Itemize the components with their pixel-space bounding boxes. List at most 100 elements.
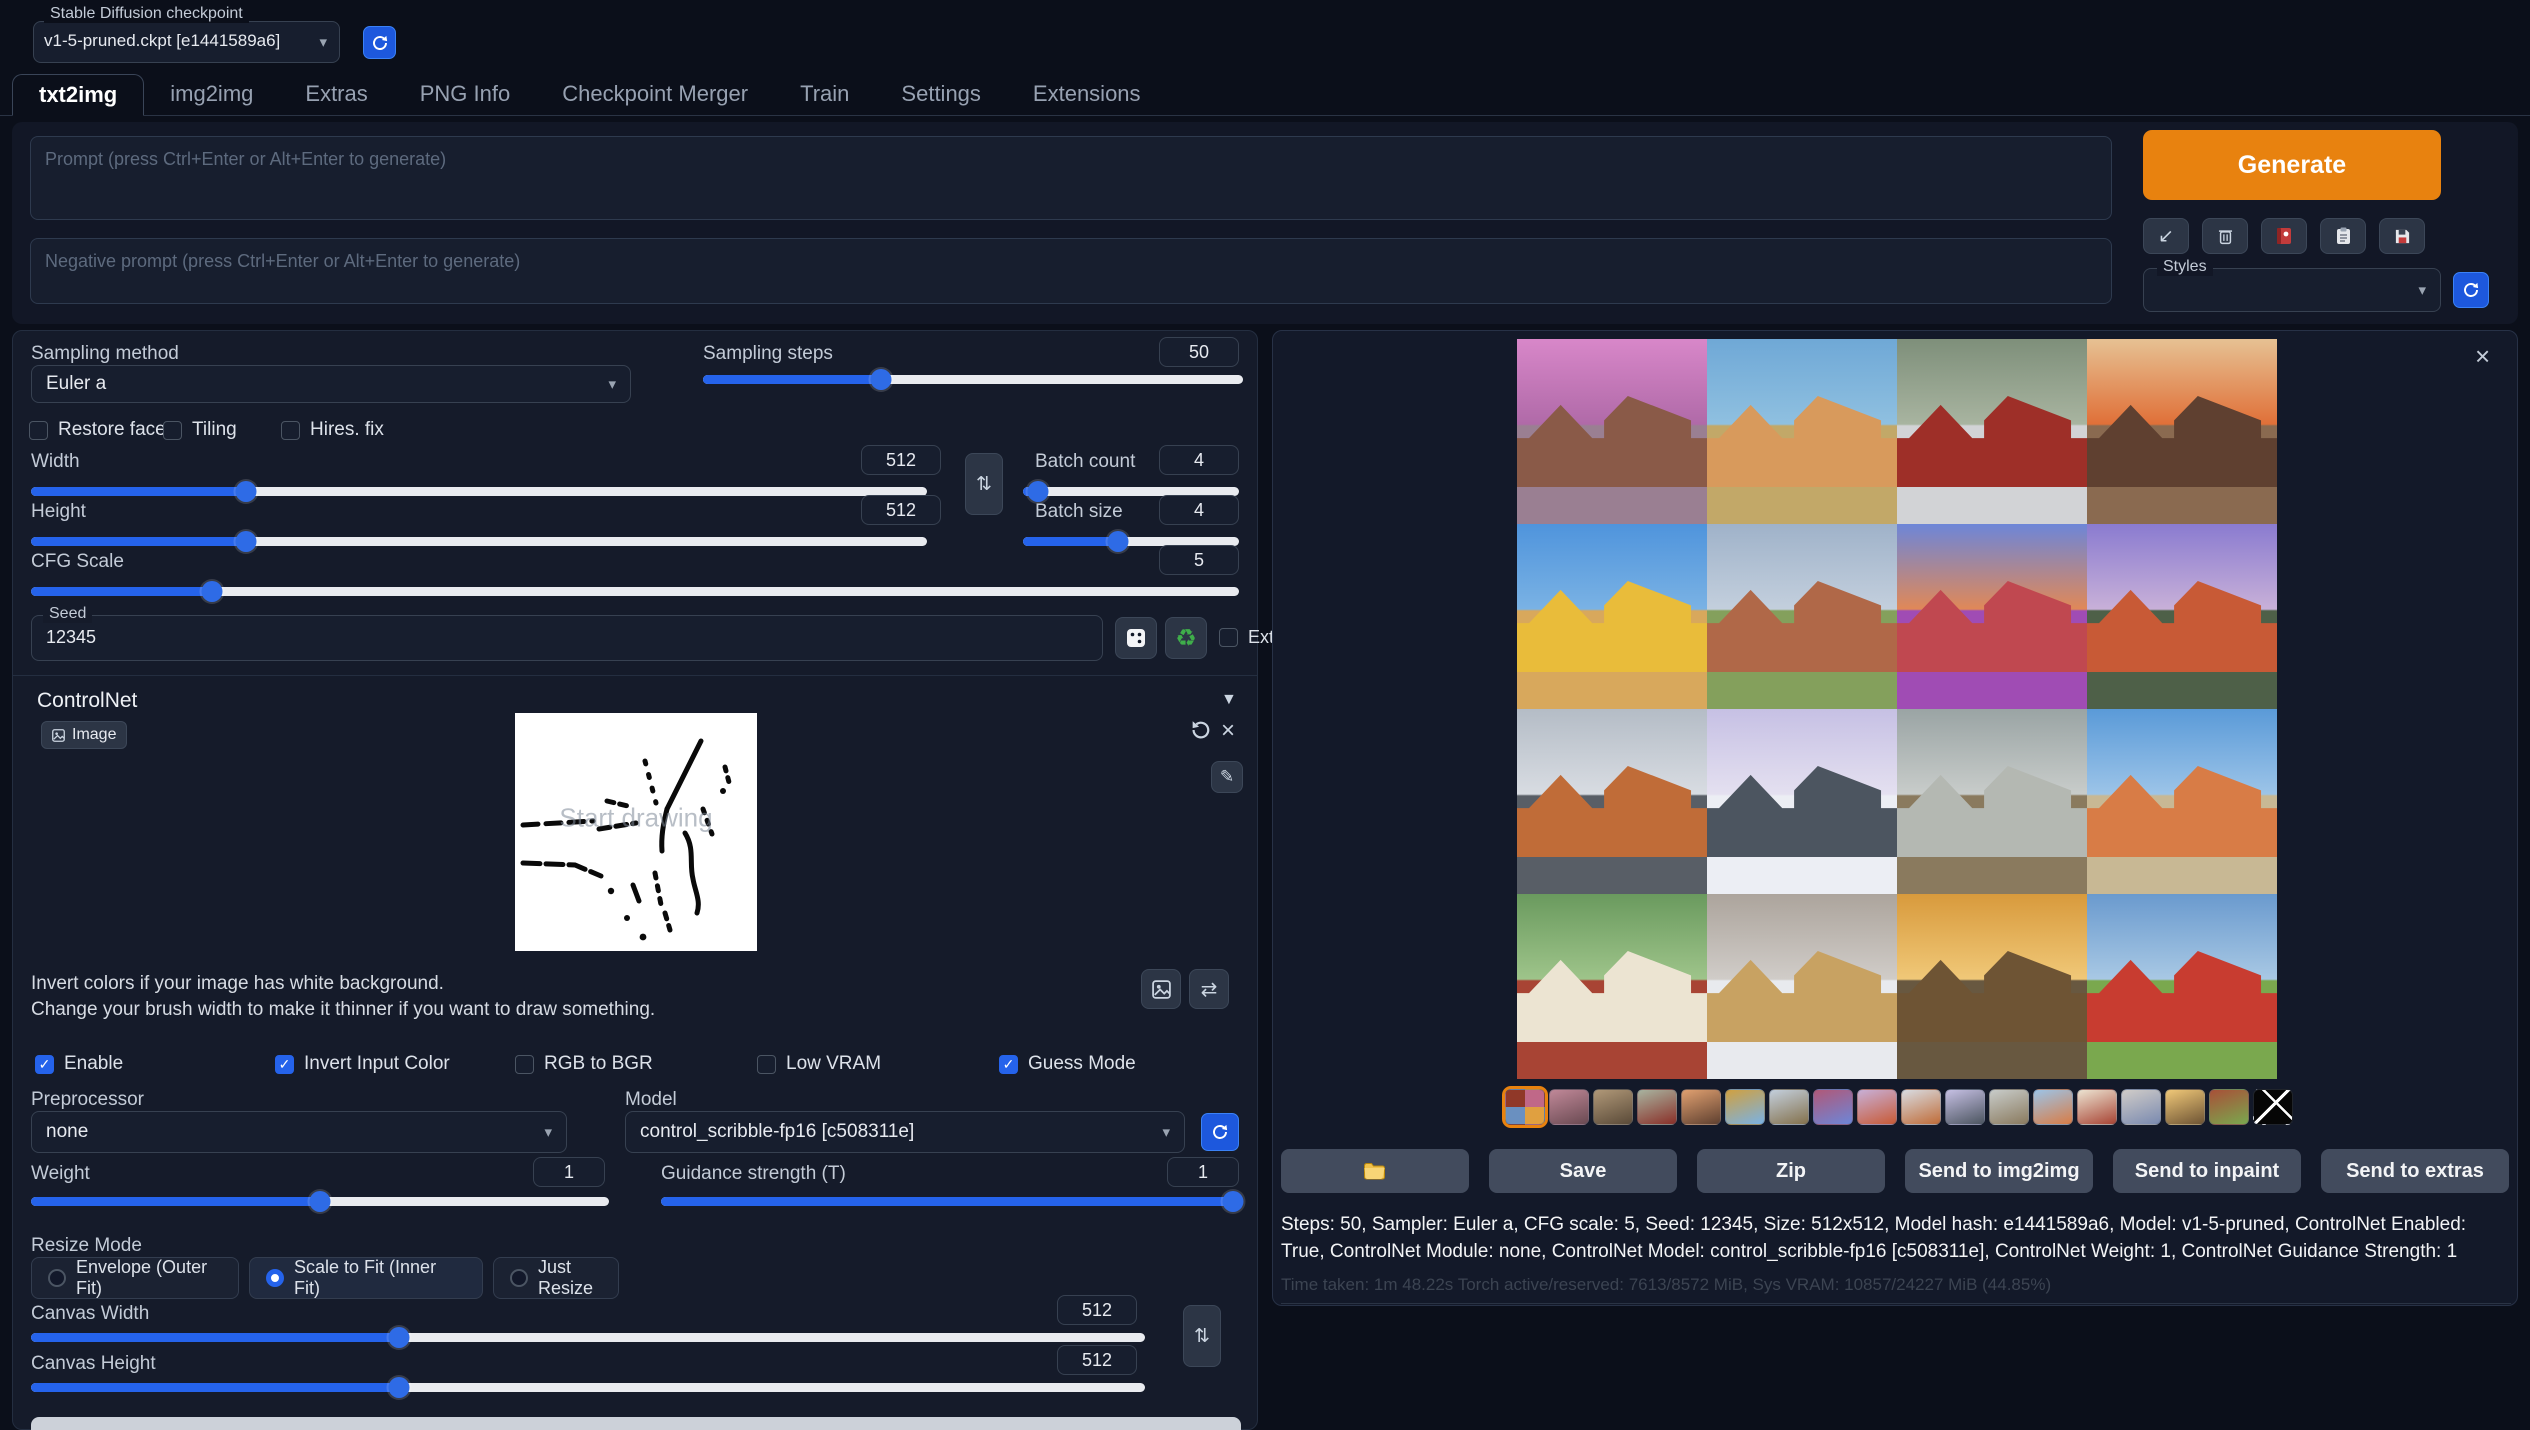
result-image-15[interactable] [1897,894,2087,1079]
checkbox-guess-mode[interactable]: Guess Mode [999,1053,1136,1075]
tab-settings[interactable]: Settings [875,73,1007,115]
thumbnail-14[interactable] [2077,1089,2117,1125]
thumbnail-7[interactable] [1769,1089,1809,1125]
send-to-img2img-button[interactable]: Send to img2img [1905,1149,2093,1193]
width-slider[interactable] [31,487,927,496]
preview-annotator-button[interactable] [31,1417,1241,1430]
thumbnail-8[interactable] [1813,1089,1853,1125]
controlnet-canvas[interactable]: Start drawing [515,713,757,951]
radio-just-resize[interactable]: Just Resize [493,1257,619,1299]
save-button[interactable]: Save [1489,1149,1677,1193]
checkbox-tiling[interactable]: Tiling [163,419,237,441]
weight-slider[interactable] [31,1197,609,1206]
thumbnail-4[interactable] [1637,1089,1677,1125]
collapse-accordion-icon[interactable]: ▼ [1221,691,1237,709]
swap-canvas-dims-button[interactable]: ⇅ [1183,1305,1221,1367]
thumbnail-17[interactable] [2209,1089,2249,1125]
canvas-width-slider[interactable] [31,1333,1145,1342]
thumbnail-10[interactable] [1901,1089,1941,1125]
thumbnail-1[interactable] [1505,1089,1545,1125]
zip-button[interactable]: Zip [1697,1149,1885,1193]
result-image-13[interactable] [1517,894,1707,1079]
radio-scale-to-fit-inner-fit[interactable]: Scale to Fit (Inner Fit) [249,1257,483,1299]
save-style-button[interactable] [2379,218,2425,254]
batch-size-value[interactable]: 4 [1159,495,1239,525]
thumbnail-9[interactable] [1857,1089,1897,1125]
tab-extensions[interactable]: Extensions [1007,73,1167,115]
checkbox-enable[interactable]: Enable [35,1053,123,1075]
result-image-12[interactable] [2087,709,2277,894]
weight-value[interactable]: 1 [533,1157,605,1187]
result-image-9[interactable] [1517,709,1707,894]
result-image-10[interactable] [1707,709,1897,894]
sampling-steps-slider[interactable] [703,375,1243,384]
checkbox-low-vram[interactable]: Low VRAM [757,1053,881,1075]
preprocessor-select[interactable]: none ▾ [31,1111,567,1153]
clear-canvas-button[interactable]: × [1221,717,1235,745]
checkpoint-select[interactable]: v1-5-pruned.ckpt [e1441589a6] ▾ [33,21,340,63]
result-image-14[interactable] [1707,894,1897,1079]
result-image-2[interactable] [1707,339,1897,524]
thumbnail-16[interactable] [2165,1089,2205,1125]
thumbnail-12[interactable] [1989,1089,2029,1125]
result-image-1[interactable] [1517,339,1707,524]
tab-txt2img[interactable]: txt2img [12,74,144,116]
send-to-inpaint-button[interactable]: Send to inpaint [2113,1149,2301,1193]
reuse-seed-button[interactable]: ♻ [1165,617,1207,659]
generate-button[interactable]: Generate [2143,130,2441,200]
undo-canvas-button[interactable] [1189,719,1211,741]
sampling-steps-value[interactable]: 50 [1159,337,1239,367]
brush-button[interactable]: ✎ [1211,761,1243,793]
result-image-11[interactable] [1897,709,2087,894]
style-book-button[interactable] [2261,218,2307,254]
sampling-method-select[interactable]: Euler a ▾ [31,365,631,403]
controlnet-image-tab[interactable]: Image [41,721,127,749]
tab-checkpoint-merger[interactable]: Checkpoint Merger [536,73,774,115]
thumbnail-5[interactable] [1681,1089,1721,1125]
height-value[interactable]: 512 [861,495,941,525]
checkbox-invert-input-color[interactable]: Invert Input Color [275,1053,450,1075]
thumbnail-11[interactable] [1945,1089,1985,1125]
height-slider[interactable] [31,537,927,546]
refresh-styles-button[interactable] [2453,272,2489,308]
negative-prompt-input[interactable] [30,238,2112,304]
cfg-scale-slider[interactable] [31,587,1239,596]
canvas-height-value[interactable]: 512 [1057,1345,1137,1375]
random-seed-button[interactable] [1115,617,1157,659]
canvas-height-slider[interactable] [31,1383,1145,1392]
refresh-models-button[interactable] [1201,1113,1239,1151]
result-image-6[interactable] [1707,524,1897,709]
thumbnail-15[interactable] [2121,1089,2161,1125]
open-output-folder-button[interactable] [1281,1149,1469,1193]
batch-count-value[interactable]: 4 [1159,445,1239,475]
result-image-16[interactable] [2087,894,2277,1079]
guidance-strength-slider[interactable] [661,1197,1239,1206]
checkbox-rgb-to-bgr[interactable]: RGB to BGR [515,1053,653,1075]
send-to-extras-button[interactable]: Send to extras [2321,1149,2509,1193]
cfg-scale-value[interactable]: 5 [1159,545,1239,575]
refresh-checkpoint-button[interactable] [363,26,396,59]
result-image-3[interactable] [1897,339,2087,524]
thumbnail-13[interactable] [2033,1089,2073,1125]
thumbnail-6[interactable] [1725,1089,1765,1125]
tab-train[interactable]: Train [774,73,875,115]
radio-envelope-outer-fit[interactable]: Envelope (Outer Fit) [31,1257,239,1299]
checkbox-restore-faces[interactable]: Restore faces [29,419,175,441]
close-results-button[interactable]: × [2475,341,2490,372]
thumbnail-3[interactable] [1593,1089,1633,1125]
result-image-4[interactable] [2087,339,2277,524]
guidance-strength-value[interactable]: 1 [1167,1157,1239,1187]
result-image-8[interactable] [2087,524,2277,709]
thumbnail-18[interactable] [2253,1089,2293,1125]
tab-img2img[interactable]: img2img [144,73,279,115]
seed-input[interactable]: 12345 [31,615,1103,661]
prompt-input[interactable] [30,136,2112,220]
new-canvas-button[interactable] [1141,969,1181,1009]
canvas-width-value[interactable]: 512 [1057,1295,1137,1325]
controlnet-model-select[interactable]: control_scribble-fp16 [c508311e] ▾ [625,1111,1185,1153]
read-params-button[interactable]: ↙ [2143,218,2189,254]
tab-png-info[interactable]: PNG Info [394,73,536,115]
clear-prompt-button[interactable] [2202,218,2248,254]
thumbnail-2[interactable] [1549,1089,1589,1125]
result-image-5[interactable] [1517,524,1707,709]
